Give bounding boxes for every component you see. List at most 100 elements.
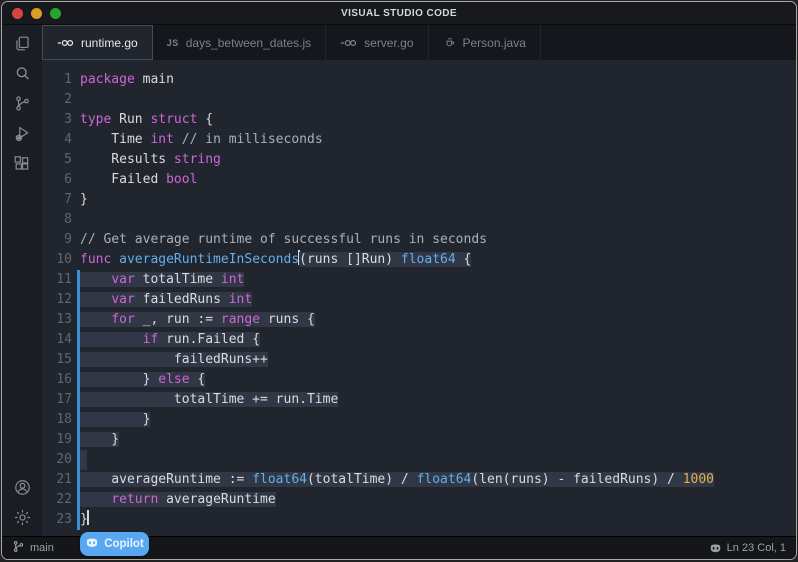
line-content: totalTime += run.Time — [80, 390, 338, 410]
main-area: runtime.go JS days_between_dates.js server.… — [2, 25, 796, 536]
line-content: return averageRuntime — [80, 490, 276, 510]
code-line[interactable]: 11 var totalTime int — [42, 270, 796, 290]
code-line[interactable]: 18 } — [42, 410, 796, 430]
cursor-position-indicator[interactable]: Ln 23 Col, 1 — [709, 542, 786, 555]
line-number: 11 — [42, 270, 72, 290]
code-line[interactable]: 4 Time int // in milliseconds — [42, 130, 796, 150]
close-button[interactable] — [12, 8, 23, 19]
editor-column: runtime.go JS days_between_dates.js server.… — [42, 25, 796, 536]
code-line[interactable]: 7} — [42, 190, 796, 210]
go-file-icon — [340, 37, 357, 49]
code-line[interactable]: 20 — [42, 450, 796, 470]
line-content: } — [80, 430, 119, 450]
code-line[interactable]: 14 if run.Failed { — [42, 330, 796, 350]
line-content: averageRuntime := float64(totalTime) / f… — [80, 470, 714, 490]
settings-icon[interactable] — [2, 502, 42, 532]
code-line[interactable]: 16 } else { — [42, 370, 796, 390]
line-number: 12 — [42, 290, 72, 310]
copilot-button-label: Copilot — [104, 538, 144, 550]
line-number: 21 — [42, 470, 72, 490]
line-content: package main — [80, 70, 174, 90]
line-content: } — [80, 410, 150, 430]
selection-stub — [80, 450, 87, 470]
line-number: 16 — [42, 370, 72, 390]
status-bar-left: main — [12, 540, 54, 556]
text-cursor — [87, 510, 89, 525]
line-number: 19 — [42, 430, 72, 450]
js-file-icon: JS — [167, 38, 179, 48]
tab-label: server.go — [364, 36, 413, 50]
code-line[interactable]: 23} — [42, 510, 796, 530]
line-content — [80, 450, 87, 470]
line-content: for _, run := range runs { — [80, 310, 315, 330]
activity-bar-bottom — [2, 472, 42, 532]
code-line[interactable]: 15 failedRuns++ — [42, 350, 796, 370]
extensions-icon[interactable] — [2, 148, 42, 178]
line-number: 6 — [42, 170, 72, 190]
code-editor[interactable]: 1 package main 23 type Run struct {4 Time i… — [42, 60, 796, 536]
code-line[interactable]: 3 type Run struct { — [42, 110, 796, 130]
line-number: 1 — [42, 70, 72, 90]
activity-bar-top — [2, 28, 42, 178]
line-content: } — [80, 190, 88, 210]
tab-Person.java[interactable]: Person.java — [429, 25, 541, 60]
java-file-icon — [443, 35, 456, 51]
copilot-button[interactable]: Copilot — [80, 532, 149, 556]
vscode-window: Visual Studio Code runtime.go JS days_betw… — [1, 1, 797, 560]
cursor-position: Ln 23 Col, 1 — [727, 542, 786, 554]
branch-indicator[interactable]: main — [12, 540, 54, 556]
copilot-status-icon[interactable] — [709, 542, 722, 555]
line-content: Results string — [80, 150, 221, 170]
status-bar-right: Ln 23 Col, 1 — [709, 542, 786, 555]
line-content: if run.Failed { — [80, 330, 260, 350]
line-content: type Run struct { — [80, 110, 213, 130]
tab-server.go[interactable]: server.go — [326, 25, 428, 60]
line-number: 15 — [42, 350, 72, 370]
line-content: } — [80, 510, 88, 530]
tab-label: runtime.go — [81, 36, 138, 50]
line-content: // Get average runtime of successful run… — [80, 230, 487, 250]
go-file-icon — [57, 37, 74, 49]
code-line[interactable]: 12 var failedRuns int — [42, 290, 796, 310]
line-number: 4 — [42, 130, 72, 150]
code-line[interactable]: 5 Results string — [42, 150, 796, 170]
line-content: } else { — [80, 370, 205, 390]
code-line[interactable]: 2 — [42, 90, 796, 110]
minimize-button[interactable] — [31, 8, 42, 19]
line-number: 3 — [42, 110, 72, 130]
search-icon[interactable] — [2, 58, 42, 88]
code-line[interactable]: 19 } — [42, 430, 796, 450]
line-number: 10 — [42, 250, 72, 270]
line-number: 8 — [42, 210, 72, 230]
line-number: 22 — [42, 490, 72, 510]
line-number: 20 — [42, 450, 72, 470]
tab-days_between_dates.js[interactable]: JS days_between_dates.js — [153, 25, 326, 60]
line-number: 18 — [42, 410, 72, 430]
title-bar: Visual Studio Code — [2, 2, 796, 25]
branch-name: main — [30, 542, 54, 554]
zoom-button[interactable] — [50, 8, 61, 19]
line-number: 7 — [42, 190, 72, 210]
code-line[interactable]: 17 totalTime += run.Time — [42, 390, 796, 410]
explorer-icon[interactable] — [2, 28, 42, 58]
tab-label: days_between_dates.js — [186, 36, 311, 50]
code-line[interactable]: 21 averageRuntime := float64(totalTime) … — [42, 470, 796, 490]
line-number: 2 — [42, 90, 72, 110]
code-line[interactable]: 13 for _, run := range runs { — [42, 310, 796, 330]
git-branch-icon — [12, 540, 25, 556]
line-content: Failed bool — [80, 170, 197, 190]
code-line[interactable]: 9// Get average runtime of successful ru… — [42, 230, 796, 250]
line-number: 23 — [42, 510, 72, 530]
code-line[interactable]: 22 return averageRuntime — [42, 490, 796, 510]
code-line[interactable]: 8 — [42, 210, 796, 230]
code-line[interactable]: 1 package main — [42, 70, 796, 90]
tab-runtime.go[interactable]: runtime.go — [42, 25, 153, 60]
account-icon[interactable] — [2, 472, 42, 502]
source-control-icon[interactable] — [2, 88, 42, 118]
run-debug-icon[interactable] — [2, 118, 42, 148]
line-number: 14 — [42, 330, 72, 350]
code-lines: 1 package main 23 type Run struct {4 Time i… — [42, 70, 796, 530]
line-number: 5 — [42, 150, 72, 170]
code-line[interactable]: 10func averageRuntimeInSeconds(runs []Ru… — [42, 250, 796, 270]
code-line[interactable]: 6 Failed bool — [42, 170, 796, 190]
